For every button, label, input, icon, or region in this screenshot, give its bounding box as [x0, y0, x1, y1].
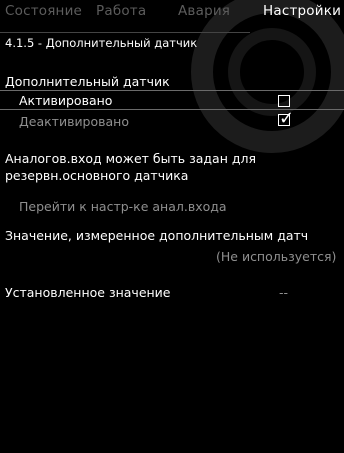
settings-screen: Состояние Работа Авария Настройки 4.1.5 …: [0, 0, 344, 453]
breadcrumb: 4.1.5 - Дополнительный датчик: [5, 36, 198, 50]
setpoint-value: --: [279, 285, 289, 300]
measured-value-label: Значение, измеренное дополнительным датч: [5, 228, 309, 243]
tab-operation[interactable]: Работа: [96, 3, 146, 19]
analog-info-line2: резервн.основного датчика: [5, 168, 189, 183]
check-icon: ✓: [279, 108, 295, 129]
tab-bar: Состояние Работа Авария Настройки: [0, 0, 344, 34]
option-deactivated-label: Деактивировано: [19, 114, 129, 129]
analog-input-link[interactable]: Перейти к настр-ке анал.входа: [19, 199, 227, 214]
deactivated-checkbox[interactable]: ✓: [278, 110, 294, 128]
section-divider: [0, 90, 344, 91]
tab-settings[interactable]: Настройки: [263, 3, 341, 19]
tab-alarm[interactable]: Авария: [178, 3, 230, 19]
activated-checkbox[interactable]: [278, 95, 290, 107]
section-title: Дополнительный датчик: [5, 74, 170, 89]
tab-divider: [0, 32, 250, 33]
tab-status[interactable]: Состояние: [5, 3, 82, 19]
measured-value: (Не используется): [216, 249, 337, 264]
analog-info-line1: Аналогов.вход может быть задан для: [5, 151, 256, 166]
setpoint-label: Установленное значение: [5, 285, 171, 300]
option-activated-label: Активировано: [19, 93, 113, 108]
